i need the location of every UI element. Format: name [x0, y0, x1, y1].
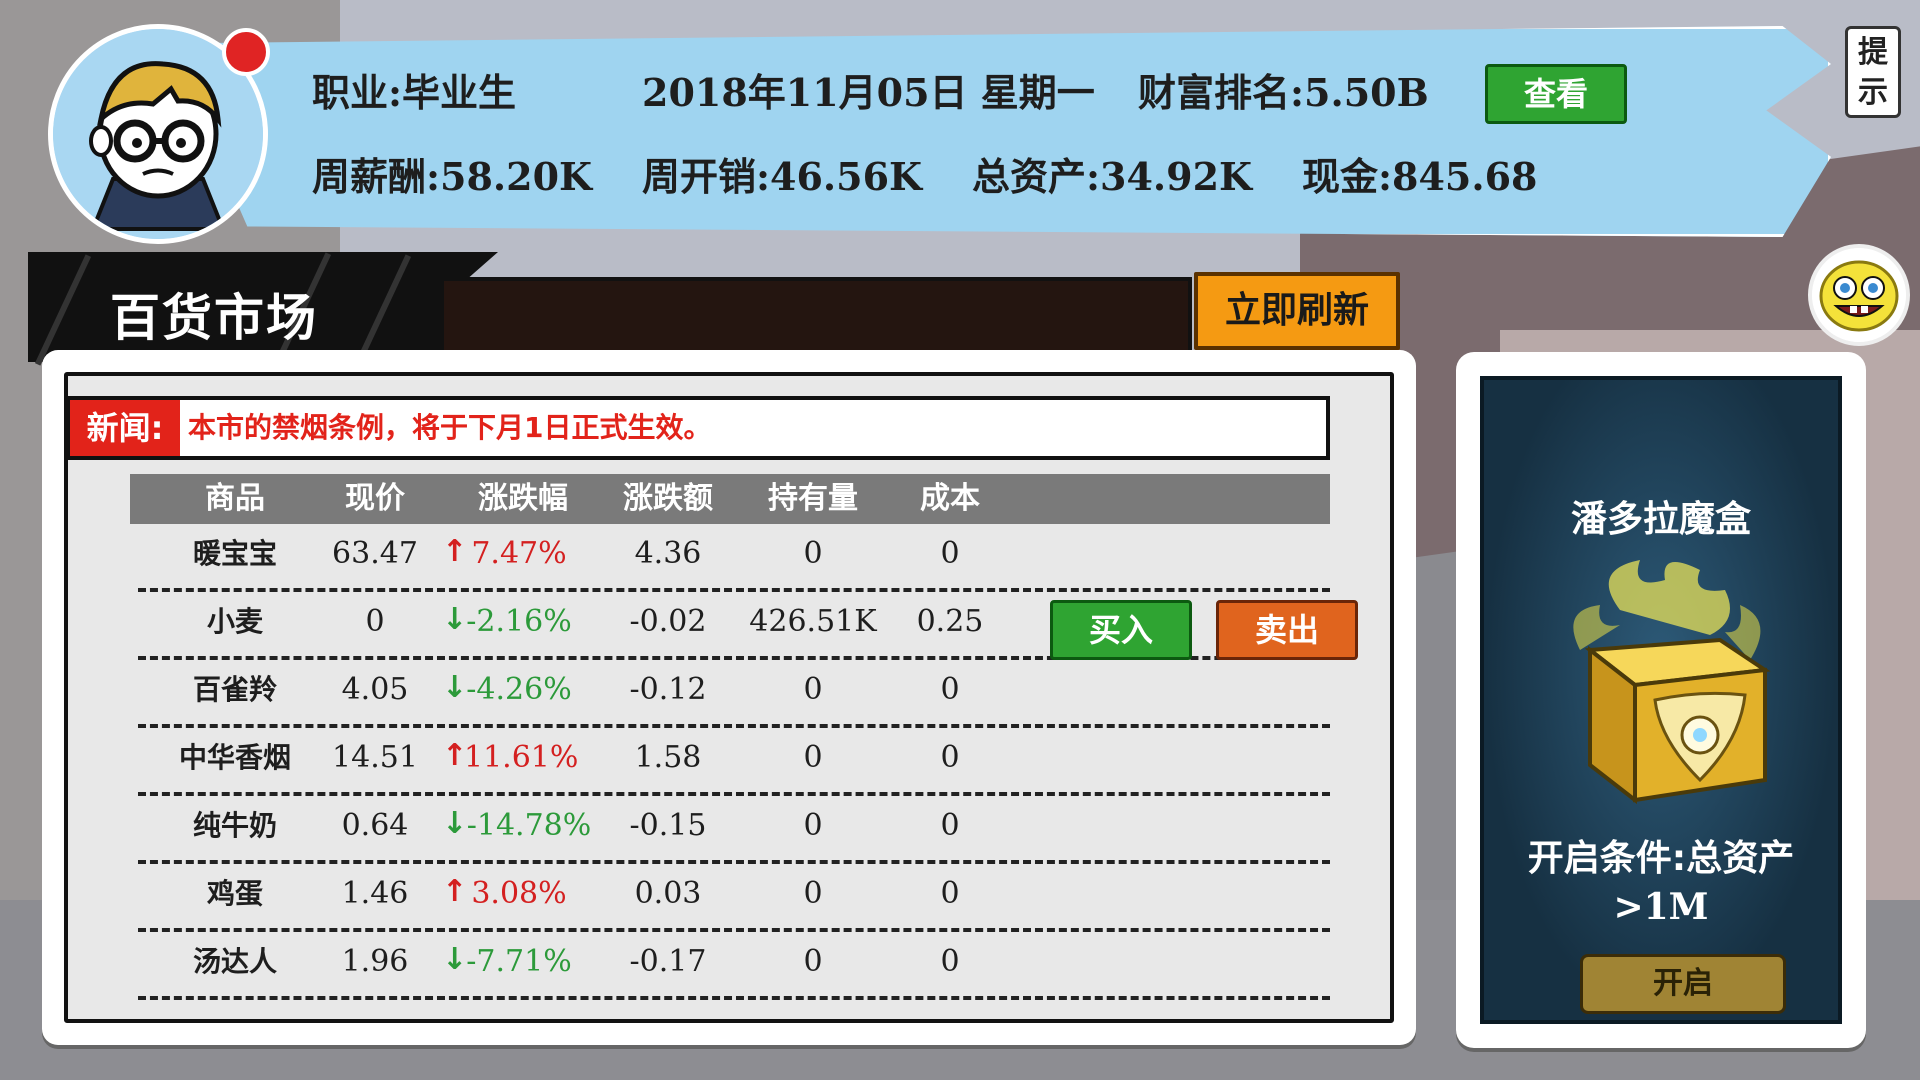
item-cost: 0	[940, 536, 960, 571]
notification-dot	[222, 28, 270, 76]
item-price: 4.05	[341, 672, 409, 707]
item-price: 1.96	[341, 944, 409, 979]
refresh-now-button[interactable]: 立即刷新	[1194, 272, 1400, 350]
info-banner	[215, 26, 1831, 237]
wealth-rank-text: 财富排名:5.50B	[1138, 70, 1429, 115]
item-cost: 0	[940, 672, 960, 707]
market-table-header: 商品 现价 涨跌幅 涨跌额 持有量 成本	[130, 474, 1330, 524]
magic-box-condition-line2: >1M	[1613, 886, 1709, 928]
item-change-amt: 4.36	[634, 536, 702, 571]
item-holding: 0	[803, 876, 823, 911]
column-header-change-amt: 涨跌额	[623, 481, 713, 516]
magic-box-title: 潘多拉魔盒	[1570, 499, 1751, 540]
hint-button[interactable]: 提示	[1845, 26, 1901, 118]
item-holding: 0	[803, 808, 823, 843]
open-box-button[interactable]: 开启	[1580, 954, 1786, 1014]
item-change-amt: -0.02	[629, 604, 707, 639]
hint-label: 提示	[1858, 35, 1888, 110]
news-ticker: 新闻: 本市的禁烟条例，将于下月1日正式生效。	[66, 396, 1330, 460]
item-name: 鸡蛋	[206, 877, 263, 910]
item-name: 纯牛奶	[192, 809, 277, 842]
item-name: 小麦	[206, 605, 263, 638]
table-row[interactable]: 中华香烟 14.51 ↑ 11.61% 1.58 0 0	[130, 728, 1330, 796]
item-change-amt: 0.03	[634, 876, 702, 911]
magic-box-condition-line1: 开启条件:总资产	[1527, 838, 1795, 879]
magic-box-panel: 潘多拉魔盒 开启条件:总资产 >1M 开启	[1456, 352, 1866, 1048]
item-price: 63.47	[332, 536, 418, 571]
item-holding: 0	[803, 672, 823, 707]
item-price: 1.46	[341, 876, 409, 911]
news-text: 本市的禁烟条例，将于下月1日正式生效。	[188, 411, 712, 444]
table-row[interactable]: 汤达人 1.96 ↓ -7.71% -0.17 0 0	[130, 932, 1330, 1000]
news-label: 新闻:	[70, 400, 180, 456]
magic-box-condition: 开启条件:总资产 >1M	[1484, 835, 1838, 931]
date-text: 2018年11月05日 星期一	[642, 70, 1095, 115]
occupation-text: 职业:毕业生	[312, 70, 517, 115]
weekly-salary-text: 周薪酬:58.20K	[312, 154, 593, 199]
item-change-pct: -4.26%	[466, 672, 572, 707]
sponge-face-icon	[1812, 248, 1906, 342]
item-change-pct: -2.16%	[466, 604, 572, 639]
table-row[interactable]: 纯牛奶 0.64 ↓ -14.78% -0.15 0 0	[130, 796, 1330, 864]
column-header-change-pct: 涨跌幅	[478, 481, 568, 516]
total-assets-text: 总资产:34.92K	[972, 154, 1253, 199]
item-holding: 0	[803, 944, 823, 979]
item-cost: 0	[940, 740, 960, 775]
item-name: 百雀羚	[192, 673, 277, 706]
view-rank-button[interactable]: 查看	[1485, 64, 1627, 124]
item-price: 0	[365, 604, 385, 639]
column-header-holding: 持有量	[768, 481, 858, 516]
item-name: 中华香烟	[178, 741, 291, 774]
item-change-pct: -7.71%	[466, 944, 572, 979]
item-holding: 0	[803, 536, 823, 571]
column-header-price: 现价	[345, 481, 405, 516]
item-cost: 0	[940, 808, 960, 843]
row-divider	[138, 996, 1330, 1000]
item-change-pct: 7.47%	[471, 536, 567, 571]
item-change-amt: -0.12	[629, 672, 707, 707]
item-cost: 0.25	[916, 604, 984, 639]
sponge-character-button[interactable]	[1808, 244, 1910, 346]
table-row[interactable]: 鸡蛋 1.46 ↑ 3.08% 0.03 0 0	[130, 864, 1330, 932]
table-row[interactable]: 百雀羚 4.05 ↓ -4.26% -0.12 0 0	[130, 660, 1330, 728]
item-holding: 426.51K	[749, 604, 877, 639]
item-cost: 0	[940, 876, 960, 911]
market-title: 百货市场	[110, 289, 318, 347]
item-price: 14.51	[332, 740, 418, 775]
market-title-strip	[440, 277, 1192, 357]
item-name: 汤达人	[192, 945, 277, 978]
item-change-pct: 3.08%	[471, 876, 567, 911]
item-change-pct: -14.78%	[466, 808, 592, 843]
item-change-amt: -0.15	[629, 808, 707, 843]
weekly-expense-text: 周开销:46.56K	[642, 154, 923, 199]
item-name: 暖宝宝	[192, 537, 277, 570]
item-change-pct: 11.61%	[464, 740, 579, 775]
item-cost: 0	[940, 944, 960, 979]
item-change-amt: 1.58	[634, 740, 702, 775]
column-header-item: 商品	[205, 481, 265, 516]
item-change-amt: -0.17	[629, 944, 707, 979]
item-holding: 0	[803, 740, 823, 775]
magic-box-inner: 潘多拉魔盒 开启条件:总资产 >1M 开启	[1480, 376, 1842, 1024]
item-price: 0.64	[341, 808, 409, 843]
table-row[interactable]: 暖宝宝 63.47 ↑ 7.47% 4.36 0 0	[130, 524, 1330, 592]
golden-box-icon	[1573, 560, 1771, 805]
cash-text: 现金:845.68	[1302, 154, 1538, 199]
buy-button[interactable]: 买入	[1050, 600, 1192, 660]
column-header-cost: 成本	[920, 481, 980, 516]
sell-button[interactable]: 卖出	[1216, 600, 1358, 660]
